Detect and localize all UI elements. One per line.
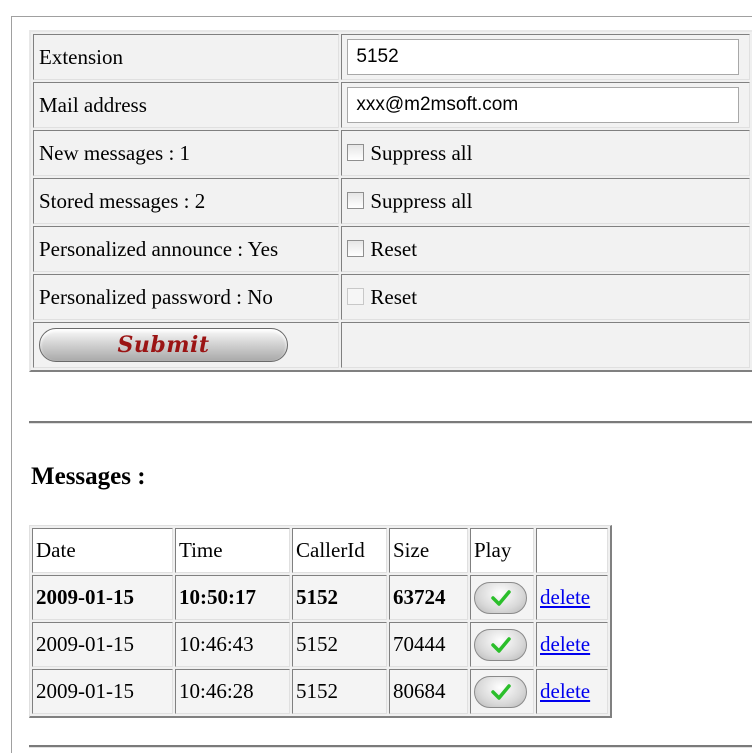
col-action: [536, 528, 608, 573]
play-button[interactable]: [474, 675, 527, 708]
messages-header-row: Date Time CallerId Size Play: [32, 528, 608, 573]
size-cell: 80684: [389, 669, 468, 714]
divider-bottom: [29, 745, 752, 748]
password-label: Personalized password : No: [33, 274, 340, 320]
table-row: 2009-01-15 10:46:28 5152 80684 delete: [32, 669, 608, 714]
col-size: Size: [389, 528, 468, 573]
time-cell: 10:50:17: [175, 575, 290, 620]
suppress-new-label: Suppress all: [370, 140, 473, 165]
col-play: Play: [470, 528, 534, 573]
size-cell: 70444: [389, 622, 468, 667]
delete-link[interactable]: delete: [540, 585, 590, 609]
extension-input[interactable]: 5152: [347, 39, 740, 75]
col-date: Date: [32, 528, 173, 573]
suppress-stored-label: Suppress all: [370, 188, 473, 213]
callerid-cell: 5152: [292, 669, 387, 714]
reset-announce-label: Reset: [370, 236, 418, 261]
col-callerid: CallerId: [292, 528, 387, 573]
announce-row: Personalized announce : Yes Reset: [33, 226, 750, 272]
mail-address-input[interactable]: xxx@m2msoft.com: [347, 87, 740, 123]
announce-label: Personalized announce : Yes: [33, 226, 340, 272]
size-cell: 63724: [389, 575, 468, 620]
play-button[interactable]: [474, 628, 527, 661]
suppress-stored-checkbox[interactable]: [347, 192, 365, 210]
reset-password-checkbox: [347, 288, 365, 306]
submit-row: Submit: [33, 322, 750, 368]
empty-cell: [341, 322, 750, 368]
mail-address-row: Mail address xxx@m2msoft.com: [33, 82, 750, 128]
messages-table: Date Time CallerId Size Play 2009-01-15 …: [29, 525, 612, 718]
extension-label: Extension: [33, 34, 340, 80]
suppress-new-checkbox[interactable]: [347, 144, 365, 162]
divider-top: [29, 421, 752, 424]
delete-link[interactable]: delete: [540, 679, 590, 703]
time-cell: 10:46:28: [175, 669, 290, 714]
mail-address-label: Mail address: [33, 82, 340, 128]
password-row: Personalized password : No Reset: [33, 274, 750, 320]
date-cell: 2009-01-15: [32, 622, 173, 667]
new-messages-label: New messages : 1: [33, 130, 340, 176]
reset-announce-checkbox[interactable]: [347, 240, 365, 258]
play-button[interactable]: [474, 581, 527, 614]
play-check-icon: [490, 683, 511, 700]
settings-table: Extension 5152 Mail address xxx@m2msoft.…: [29, 30, 752, 372]
col-time: Time: [175, 528, 290, 573]
play-check-icon: [490, 636, 511, 653]
stored-messages-label: Stored messages : 2: [33, 178, 340, 224]
new-messages-row: New messages : 1 Suppress all: [33, 130, 750, 176]
delete-link[interactable]: delete: [540, 632, 590, 656]
date-cell: 2009-01-15: [32, 575, 173, 620]
messages-heading: Messages :: [31, 463, 146, 490]
table-row: 2009-01-15 10:46:43 5152 70444 delete: [32, 622, 608, 667]
callerid-cell: 5152: [292, 575, 387, 620]
time-cell: 10:46:43: [175, 622, 290, 667]
callerid-cell: 5152: [292, 622, 387, 667]
table-row: 2009-01-15 10:50:17 5152 63724 delete: [32, 575, 608, 620]
date-cell: 2009-01-15: [32, 669, 173, 714]
stored-messages-row: Stored messages : 2 Suppress all: [33, 178, 750, 224]
extension-row: Extension 5152: [33, 34, 750, 80]
play-check-icon: [490, 589, 511, 606]
reset-password-label: Reset: [370, 284, 418, 309]
submit-button[interactable]: Submit: [39, 328, 288, 362]
